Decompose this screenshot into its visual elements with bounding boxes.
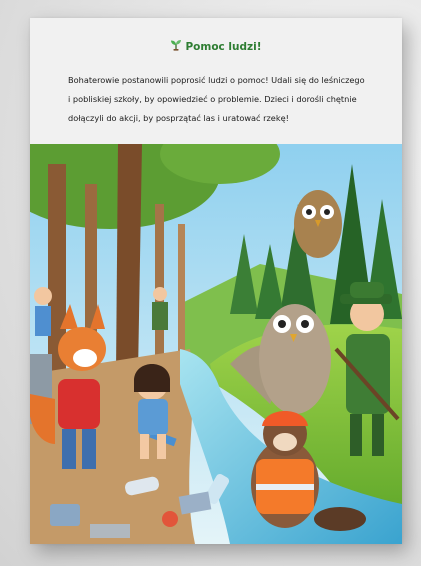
storybook-page: Pomoc ludzi! Bohaterowie postanowili pop…: [30, 18, 402, 544]
story-illustration: [30, 144, 402, 544]
story-line-3: dołączyli do akcji, by posprzątać las i …: [68, 113, 289, 123]
story-line-1: Bohaterowie postanowili poprosić ludzi o…: [68, 75, 365, 85]
page-title-text: Pomoc ludzi!: [185, 41, 262, 53]
owl-in-tree: [294, 190, 342, 258]
story-paragraph: Bohaterowie postanowili poprosić ludzi o…: [68, 71, 374, 128]
seedling-icon: [171, 40, 182, 51]
page-header: Pomoc ludzi! Bohaterowie postanowili pop…: [30, 18, 402, 144]
page-title: Pomoc ludzi!: [30, 39, 402, 53]
story-line-2: i pobliskiej szkoły, by opowiedzieć o pr…: [68, 94, 357, 104]
